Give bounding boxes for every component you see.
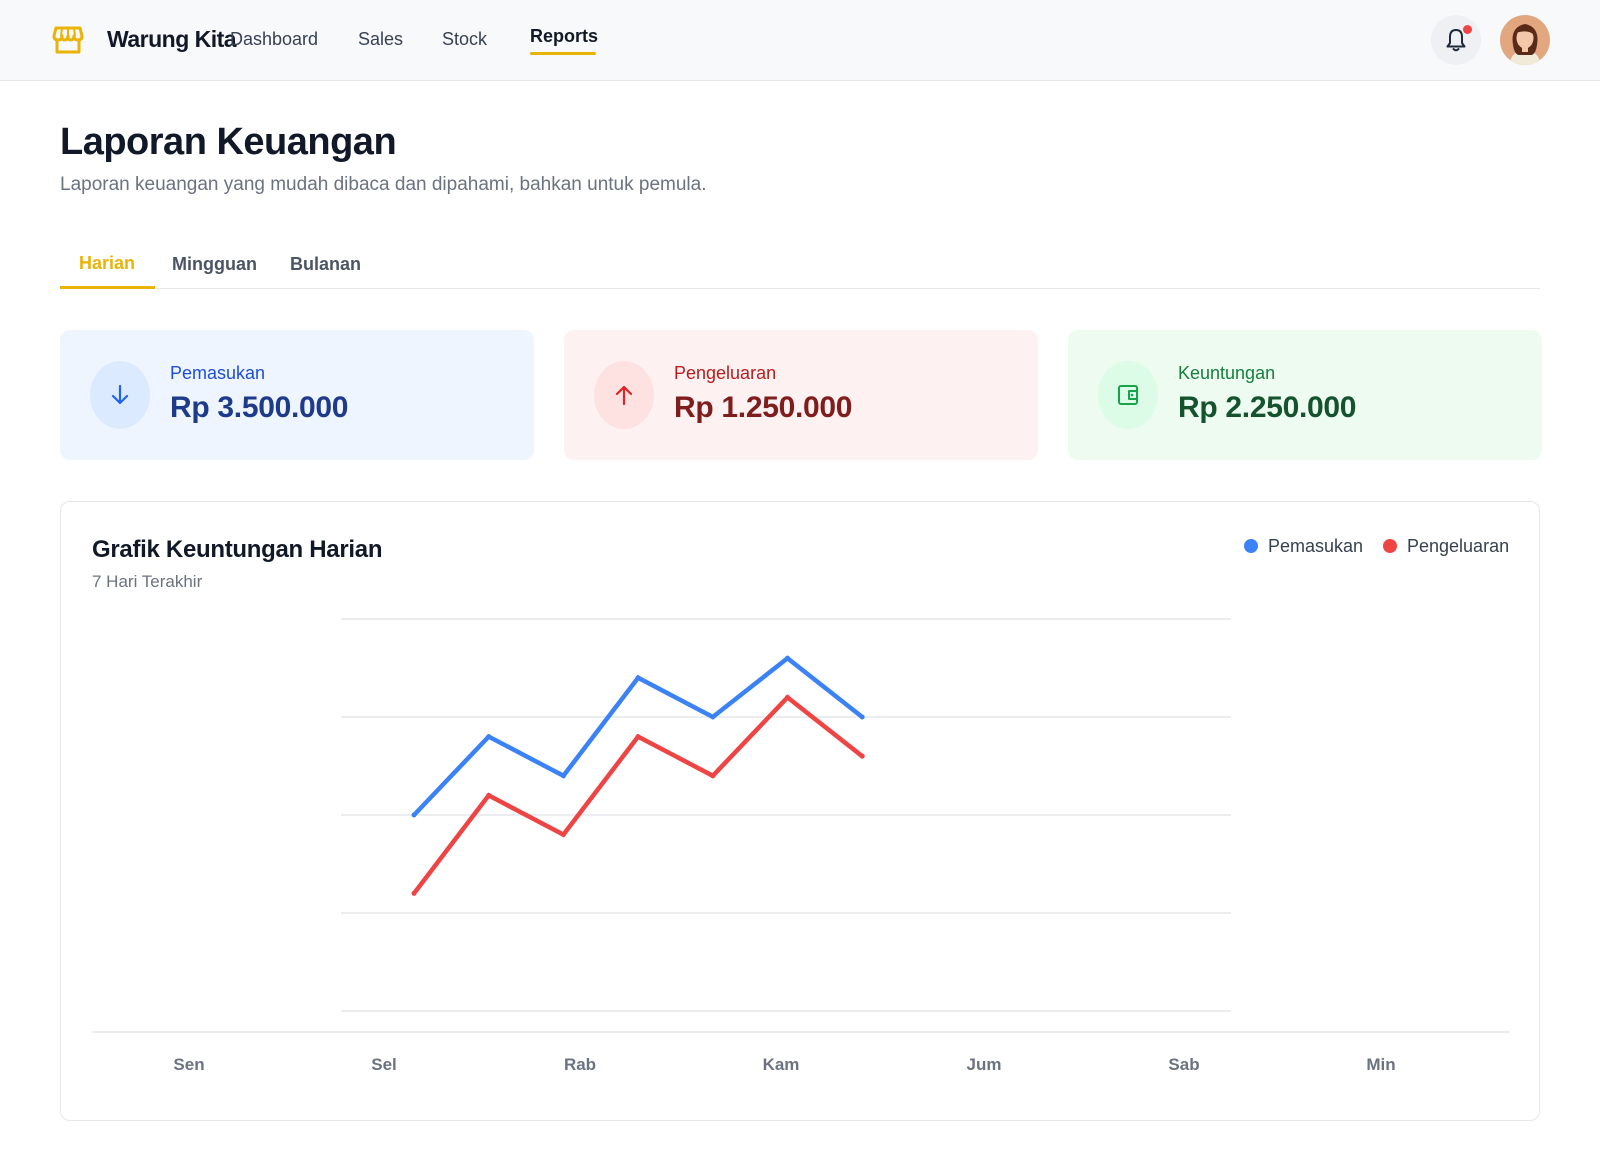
data-point-pemasukan[interactable] (635, 675, 641, 681)
income-value: Rp 3.500.000 (170, 391, 349, 424)
x-tick-label: Rab (564, 1055, 596, 1074)
tab-bulanan[interactable]: Bulanan (290, 254, 361, 275)
arrow-up-icon (594, 361, 654, 429)
series-line-pengeluaran (412, 694, 864, 895)
arrow-down-icon (90, 361, 150, 429)
data-point-pemasukan[interactable] (486, 734, 492, 740)
x-tick-label: Kam (763, 1055, 800, 1074)
line-chart: Sen Sel Rab Kam Jum Sab Min (92, 618, 1510, 1074)
chart-panel: Grafik Keuntungan Harian 7 Hari Terakhir… (60, 501, 1540, 1121)
data-point-pengeluaran[interactable] (486, 792, 492, 798)
app-name[interactable]: Warung Kita (107, 26, 237, 53)
expense-card: Pengeluaran Rp 1.250.000 (564, 330, 1038, 460)
data-point-pengeluaran[interactable] (635, 734, 641, 740)
data-point-pengeluaran[interactable] (859, 753, 865, 759)
income-card: Pemasukan Rp 3.500.000 (60, 330, 534, 460)
nav-dashboard[interactable]: Dashboard (230, 29, 318, 50)
store-icon (52, 24, 84, 56)
x-tick-label: Sel (371, 1055, 397, 1074)
nav-reports[interactable]: Reports (530, 26, 598, 47)
data-point-pengeluaran[interactable] (785, 694, 790, 700)
data-point-pemasukan[interactable] (411, 812, 417, 818)
period-tabs: Harian Mingguan Bulanan (60, 240, 1540, 289)
x-tick-label: Min (1366, 1055, 1395, 1074)
nav-sales[interactable]: Sales (358, 29, 403, 50)
notification-badge (1463, 25, 1472, 34)
data-point-pengeluaran[interactable] (411, 890, 417, 896)
x-tick-label: Sen (173, 1055, 204, 1074)
wallet-icon (1098, 361, 1158, 429)
active-tab-indicator (60, 286, 155, 289)
user-avatar[interactable] (1500, 15, 1550, 65)
x-tick-label: Jum (967, 1055, 1002, 1074)
data-point-pemasukan[interactable] (859, 714, 865, 720)
data-point-pengeluaran[interactable] (710, 773, 716, 779)
page-title: Laporan Keuangan (60, 121, 397, 163)
income-label: Pemasukan (170, 363, 266, 383)
tab-harian[interactable]: Harian (79, 253, 135, 274)
profit-label: Keuntungan (1178, 363, 1276, 383)
notification-button[interactable] (1431, 15, 1481, 65)
profit-card: Keuntungan Rp 2.250.000 (1068, 330, 1542, 460)
active-nav-indicator (530, 52, 596, 55)
data-point-pemasukan[interactable] (710, 714, 716, 720)
top-navigation: Warung Kita Dashboard Sales Stock Report… (0, 0, 1600, 81)
data-point-pengeluaran[interactable] (560, 832, 566, 838)
profit-value: Rp 2.250.000 (1178, 391, 1357, 424)
data-point-pemasukan[interactable] (785, 655, 790, 661)
expense-label: Pengeluaran (674, 363, 777, 383)
nav-stock[interactable]: Stock (442, 29, 487, 50)
expense-value: Rp 1.250.000 (674, 391, 853, 424)
page-subtitle: Laporan keuangan yang mudah dibaca dan d… (60, 174, 707, 195)
tab-mingguan[interactable]: Mingguan (172, 254, 257, 275)
x-tick-label: Sab (1168, 1055, 1199, 1074)
data-point-pemasukan[interactable] (560, 773, 566, 779)
